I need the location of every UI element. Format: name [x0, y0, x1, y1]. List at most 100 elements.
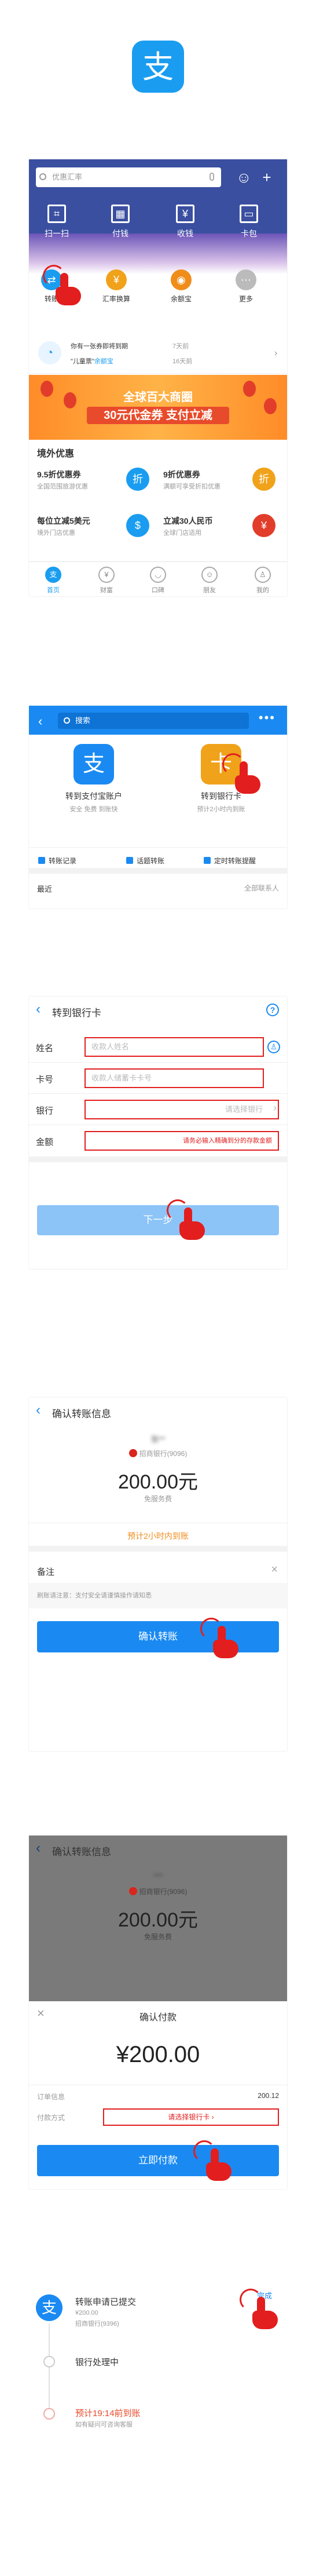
link-label: 转账记录 [49, 857, 77, 865]
coupon-icon: 折 [252, 468, 275, 491]
payment-method-label: 付款方式 [37, 2114, 65, 2122]
pay-now-button[interactable]: 立即付款 [37, 2145, 279, 2176]
contacts-icon[interactable]: ☺ [236, 170, 252, 185]
payment-method-select[interactable]: 请选择银行卡 › [103, 2108, 279, 2126]
contact-book-icon[interactable]: ♙ [267, 1041, 280, 1053]
lantern-icon [264, 398, 277, 414]
close-icon[interactable]: × [271, 1563, 278, 1577]
top-item-receive[interactable]: ¥ 收钱 [162, 205, 208, 239]
notice-time: 16天前 [172, 358, 193, 365]
link-label: 定时转账提醒 [214, 857, 256, 865]
dimmed-background: ‹ 确认转账信息 *** 招商银行(9096) 200.00元 免服务费 [29, 1836, 287, 2021]
tab-home[interactable]: 支首页 [36, 567, 71, 594]
top-item-scan[interactable]: ⌗ 扫一扫 [34, 205, 80, 239]
tab-label: 朋友 [203, 587, 216, 594]
bank-name: 招商银行(9096) [139, 1888, 188, 1896]
eta-text: 预计2小时内到账 [29, 1523, 287, 1552]
pointer-hand-icon [240, 2289, 279, 2334]
coupon-card[interactable]: 立减30人民币 全球门店适用 ¥ [163, 512, 279, 541]
chevron-right-icon: › [274, 348, 278, 358]
timeline-dot [43, 2356, 55, 2367]
amount-value: 200.00元 [118, 1471, 198, 1493]
bank-select[interactable]: 请选择银行 [84, 1100, 279, 1119]
recent-label: 最近 [37, 885, 53, 893]
remark-label[interactable]: 备注 [37, 1566, 54, 1578]
more-menu-icon[interactable]: ••• [259, 710, 275, 725]
coupon-card[interactable]: 9.5折优惠券 全国范围旅游优惠 折 [37, 465, 153, 494]
tab-wealth[interactable]: ¥ 财富 [89, 567, 124, 594]
notice-time: 7天前 [172, 343, 189, 350]
add-icon[interactable]: + [259, 170, 274, 185]
notice-link[interactable]: 余额宝 [94, 358, 113, 365]
coupon-title: 9折优惠券 [163, 470, 200, 479]
wealth-icon: ¥ [98, 567, 115, 583]
notice-line: 你有一张券即将到期 [71, 343, 128, 350]
to-bank-option[interactable]: 卡 转到银行卡 预计2小时内到账 [157, 744, 285, 813]
fee-text: 免服务费 [144, 1933, 172, 1941]
record-icon [38, 857, 45, 864]
to-alipay-option[interactable]: 支 转到支付宝账户 安全 免费 到账快 [30, 744, 157, 813]
service-label: 汇率换算 [102, 295, 130, 303]
search-icon [39, 173, 46, 180]
lantern-icon [243, 381, 256, 397]
page-title: 确认转账信息 [52, 1847, 111, 1858]
payment-sheet: × 确认付款 ¥200.00 订单信息 200.12 付款方式 请选择银行卡 ›… [29, 2001, 287, 2189]
transfer-result-screen: 支 转账申请已提交 ¥200.00 招商银行(9396) 完成 银行处理中 预计… [29, 2289, 287, 2486]
amount-field[interactable]: 请务必输入精确到分的存款金额 [84, 1131, 279, 1151]
bank-card-form-screen: ‹ 转到银行卡 ? 姓名 收款人姓名 ♙ 卡号 收款人储蓄卡卡号 银行 请选择银… [29, 997, 287, 1269]
clock-icon [204, 857, 211, 864]
home-screen: 优惠汇率 ☺ + ⌗ 扫一扫 ▦ 付钱 ¥ 收钱 ▭ 卡包 ⇄ 转账 ¥ 汇率换算 ◉ 余额宝… [29, 159, 287, 596]
all-contacts-link[interactable]: 全部联系人 [244, 883, 279, 893]
bell-icon: ◔ [38, 341, 61, 364]
back-arrow-icon[interactable]: ‹ [36, 1001, 41, 1017]
microphone-icon[interactable] [210, 173, 214, 181]
link-transfer-record[interactable]: 转账记录 [38, 856, 76, 866]
recipient-name: 张** [150, 1435, 166, 1444]
next-button[interactable]: 下一步 [37, 1205, 279, 1235]
coupon-card[interactable]: 9折优惠券 满额可享受折扣优惠 折 [163, 465, 279, 494]
top-item-card-wallet[interactable]: ▭ 卡包 [226, 205, 272, 239]
quick-links: 转账记录 话题转账 定时转账提醒 [29, 847, 287, 874]
page-title: 转到银行卡 [52, 1008, 101, 1019]
tab-friends[interactable]: ☺ 朋友 [192, 567, 227, 594]
service-exchange[interactable]: ¥ 汇率换算 [94, 269, 139, 304]
coupon-title: 每位立减5美元 [37, 516, 90, 526]
eta-subtext: 如有疑问可咨询客服 [75, 2421, 133, 2428]
coupon-card[interactable]: 每位立减5美元 境外门店优惠 $ [37, 512, 153, 541]
promo-banner[interactable]: 全球百大商圈 30元代金券 支付立减 [29, 375, 287, 440]
coupon-icon: ¥ [252, 514, 275, 537]
tab-mine[interactable]: ♙ 我的 [245, 567, 280, 594]
tab-label: 我的 [256, 587, 269, 594]
top-item-label: 扫一扫 [45, 229, 69, 238]
payment-sheet-screen: ‹ 确认转账信息 *** 招商银行(9096) 200.00元 免服务费 × 确… [29, 1836, 287, 2189]
search-icon [64, 717, 70, 724]
order-label: 订单信息 [37, 2093, 65, 2101]
link-topic-transfer[interactable]: 话题转账 [126, 856, 164, 866]
fee-text: 免服务费 [144, 1495, 172, 1503]
coupon-desc: 满额可享受折扣优惠 [163, 483, 221, 490]
profile-icon: ♙ [255, 567, 271, 583]
service-more[interactable]: ⋯ 更多 [223, 269, 269, 304]
confirm-transfer-button[interactable]: 确认转账 [37, 1621, 279, 1652]
field-label: 姓名 [36, 1043, 54, 1053]
service-yuebao[interactable]: ◉ 余额宝 [159, 269, 204, 304]
card-wallet-icon: ▭ [240, 205, 258, 223]
bank-name: 招商银行(9096) [139, 1450, 188, 1458]
field-label: 卡号 [36, 1075, 54, 1085]
top-item-pay[interactable]: ▦ 付钱 [97, 205, 144, 239]
search-input[interactable]: 搜索 [58, 713, 249, 729]
coupon-desc: 全球门店适用 [163, 530, 201, 537]
help-icon[interactable]: ? [266, 1004, 279, 1016]
back-arrow-icon[interactable]: ‹ [38, 714, 42, 729]
bank-row: 银行 请选择银行 › [29, 1094, 287, 1125]
search-input[interactable]: 优惠汇率 [36, 167, 221, 187]
amount-value: 200.00元 [118, 1909, 198, 1931]
tab-koubei[interactable]: ◡ 口碑 [141, 567, 175, 594]
option-name: 转到银行卡 [201, 791, 241, 801]
link-scheduled-reminder[interactable]: 定时转账提醒 [204, 856, 256, 866]
name-field[interactable]: 收款人姓名 [84, 1037, 264, 1057]
notice-bar[interactable]: ◔ 你有一张券即将到期 7天前 "儿童票"余额宝 16天前 › [29, 333, 287, 374]
cmb-bank-icon [128, 1449, 137, 1457]
back-arrow-icon[interactable]: ‹ [36, 1402, 41, 1418]
card-number-field[interactable]: 收款人储蓄卡卡号 [84, 1068, 264, 1088]
